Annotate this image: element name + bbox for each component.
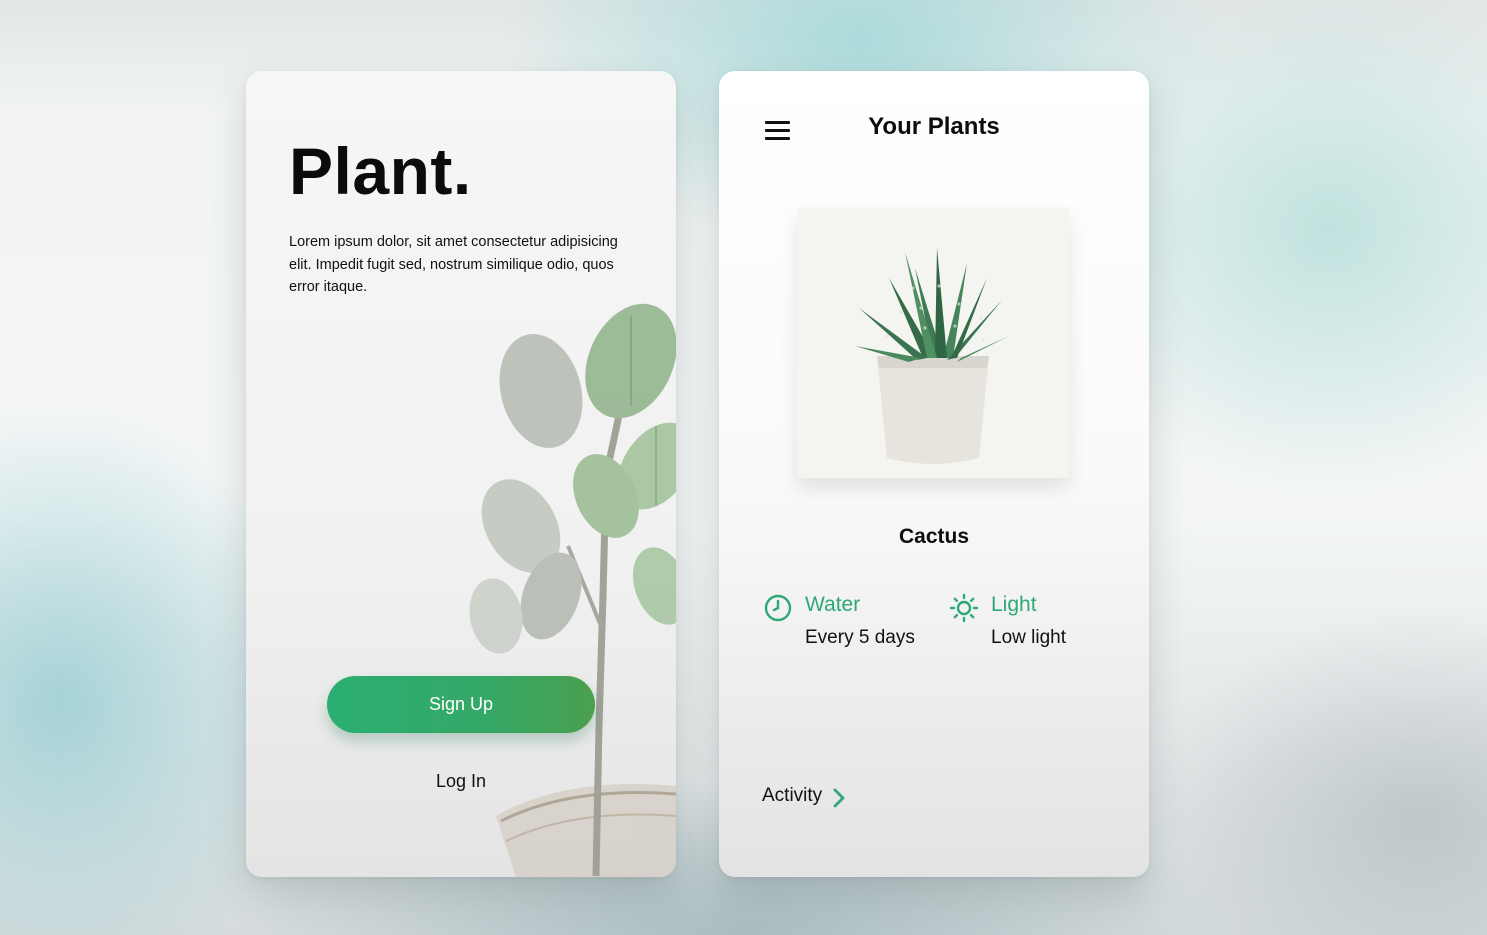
intro-text: Lorem ipsum dolor, sit amet consectetur …	[289, 234, 618, 295]
signup-button[interactable]: Sign Up	[327, 676, 595, 733]
signup-screen: Plant. Lorem ipsum dolor, sit amet conse…	[246, 71, 676, 877]
brand-title: Plant.	[289, 134, 472, 208]
activity-link[interactable]: Activity	[762, 785, 845, 809]
plants-screen: Your Plants Cactus Water Every 5 days Li…	[719, 71, 1149, 877]
chevron-right-icon	[833, 788, 845, 808]
light-value: Low light	[991, 627, 1066, 648]
sun-icon	[949, 593, 979, 623]
clock-icon	[764, 594, 792, 622]
plant-photo	[797, 208, 1069, 478]
activity-label: Activity	[762, 785, 823, 806]
light-label: Light	[991, 593, 1037, 616]
water-value: Every 5 days	[805, 627, 915, 648]
water-label: Water	[805, 593, 861, 616]
login-link[interactable]: Log In	[246, 771, 676, 792]
plant-name: Cactus	[898, 525, 970, 548]
potted-succulent-icon	[855, 248, 1009, 464]
page-title: Your Plants	[868, 113, 1000, 140]
